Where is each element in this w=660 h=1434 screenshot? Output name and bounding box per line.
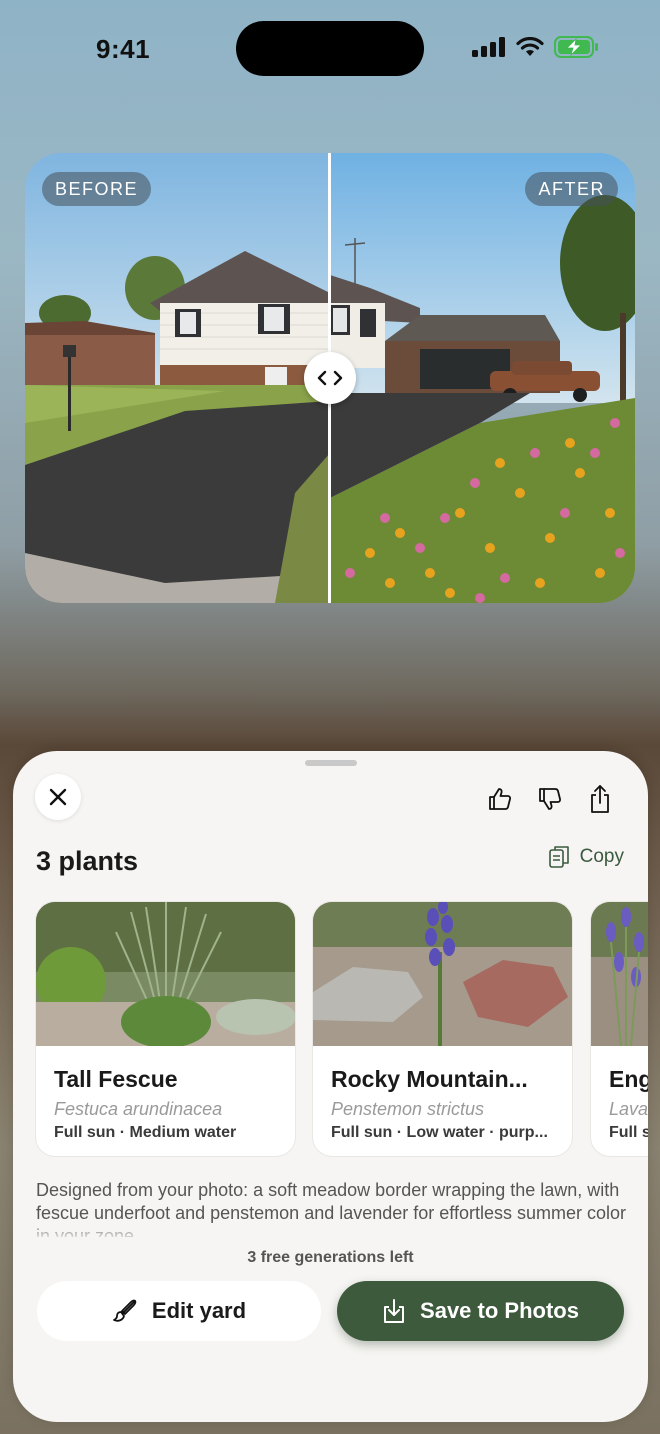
edit-yard-button[interactable]: Edit yard <box>37 1281 321 1341</box>
thumbs-down-icon <box>539 788 562 810</box>
before-badge: BEFORE <box>42 172 152 206</box>
plant-name: Rocky Mountain... <box>331 1066 528 1092</box>
sheet-actions <box>486 784 614 814</box>
share-icon <box>591 785 609 813</box>
after-image: AFTER <box>330 153 635 603</box>
status-time: 9:41 <box>96 34 151 64</box>
after-badge: AFTER <box>525 172 618 206</box>
copy-button[interactable]: Copy <box>548 844 624 870</box>
plant-image-tall-fescue <box>36 902 295 1046</box>
plant-card[interactable]: Eng Lava Full s <box>590 901 648 1157</box>
plant-card[interactable]: Tall Fescue Festuca arundinacea Full sun… <box>35 901 296 1157</box>
before-image: BEFORE <box>25 153 330 603</box>
results-sheet: 3 plants Copy Tall Fescue Festuca arundi… <box>13 751 648 1422</box>
cellular-signal-icon <box>472 37 505 57</box>
plant-image-penstemon <box>313 902 572 1046</box>
plant-care-info: Full s <box>609 1124 648 1141</box>
wifi-icon <box>516 37 544 56</box>
plant-image-lavender <box>591 902 648 1046</box>
free-generations-count: 3 free generations left <box>247 1249 414 1266</box>
plant-card[interactable]: Rocky Mountain... Penstemon strictus Ful… <box>312 901 573 1157</box>
copy-label: Copy <box>579 846 624 867</box>
plant-scientific-name: Penstemon strictus <box>331 1099 485 1119</box>
plant-care-info: Full sun · Medium water <box>54 1124 237 1141</box>
close-icon <box>49 788 67 806</box>
sheet-grabber[interactable] <box>305 760 357 766</box>
plant-name: Eng <box>609 1066 648 1092</box>
description-fade <box>13 1221 648 1241</box>
status-icons <box>472 36 600 58</box>
plant-name: Tall Fescue <box>54 1066 178 1092</box>
thumbs-up-icon <box>489 788 512 810</box>
save-to-photos-button[interactable]: Save to Photos <box>337 1281 624 1341</box>
status-bar: 9:41 <box>0 0 660 100</box>
copy-icon <box>548 846 569 868</box>
plants-count-title: 3 plants <box>36 846 139 876</box>
plant-scientific-name: Festuca arundinacea <box>54 1099 223 1119</box>
plant-care-info: Full sun · Low water · purp... <box>331 1124 548 1141</box>
plant-scientific-name: Lava <box>609 1099 648 1119</box>
battery-charging-icon <box>554 36 598 58</box>
before-after-compare[interactable]: BEFORE AFTER <box>25 153 635 603</box>
thumbs-up-button[interactable] <box>486 784 514 814</box>
paintbrush-icon <box>113 1299 137 1322</box>
share-button[interactable] <box>586 784 614 814</box>
close-button[interactable] <box>35 774 81 820</box>
save-to-photos-label: Save to Photos <box>420 1298 579 1323</box>
compare-slider-handle[interactable] <box>304 352 356 404</box>
download-icon <box>384 1299 405 1323</box>
chevron-left-right-icon <box>317 370 343 386</box>
edit-yard-label: Edit yard <box>151 1298 247 1323</box>
plant-cards-carousel[interactable]: Tall Fescue Festuca arundinacea Full sun… <box>35 901 648 1159</box>
thumbs-down-button[interactable] <box>536 784 564 814</box>
dynamic-island <box>236 21 424 76</box>
